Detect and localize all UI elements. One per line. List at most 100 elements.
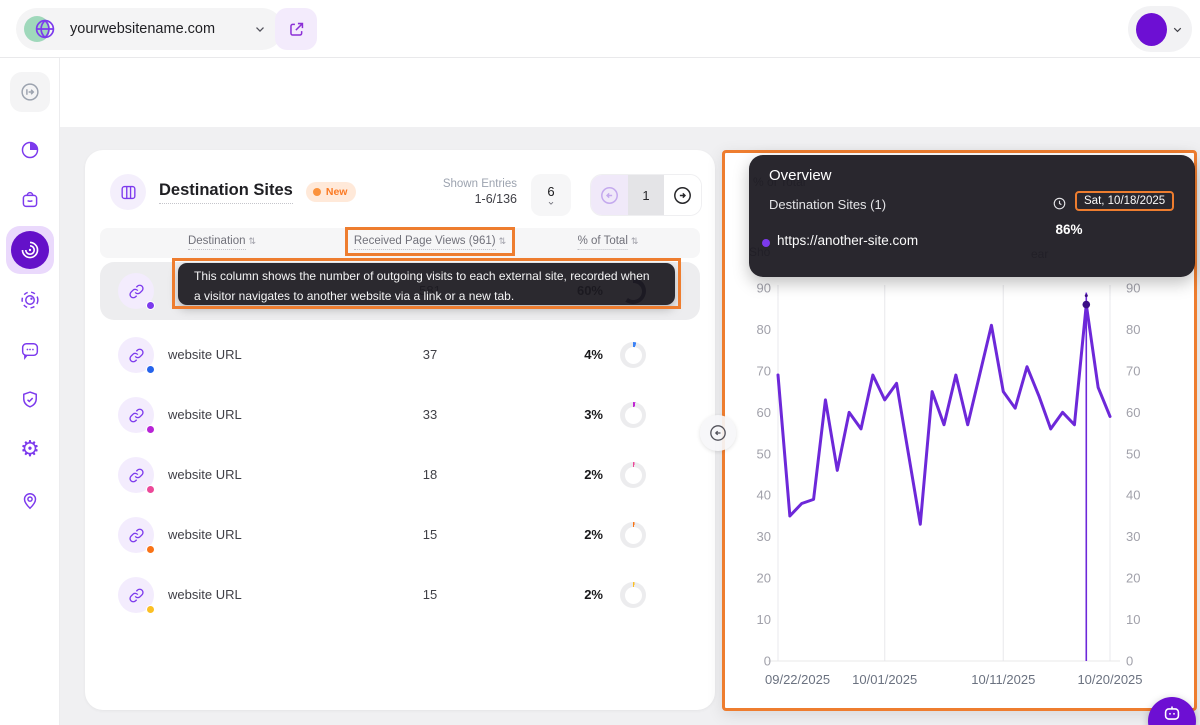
column-header-bar: Destination⇅ Received Page Views (961)⇅ … (100, 228, 700, 258)
user-menu[interactable] (1128, 6, 1192, 52)
percent-donut-icon (620, 462, 646, 488)
column-received-page-views[interactable]: Received Page Views (961)⇅ (354, 235, 506, 247)
pagination: 1 (590, 174, 702, 216)
chevron-down-icon (253, 22, 267, 36)
sidebar-item-recordings[interactable] (10, 280, 50, 320)
table-columns-icon (110, 174, 146, 210)
page-size-value: 6 (547, 184, 554, 199)
svg-text:40: 40 (757, 488, 771, 503)
row-color-dot (146, 605, 155, 614)
views-value: 15 (390, 506, 470, 564)
shown-entries-value: 1-6/136 (443, 192, 517, 206)
svg-text:10/20/2025: 10/20/2025 (1077, 672, 1142, 687)
globe-icon (33, 17, 57, 41)
site-name: yourwebsitename.com (70, 21, 215, 37)
svg-text:10: 10 (1126, 612, 1140, 627)
table-row[interactable]: website URL 33 3% (100, 386, 700, 444)
sidebar-item-outgoing-traffic[interactable] (6, 226, 54, 274)
new-badge: New (306, 182, 357, 202)
sidebar-item-locations[interactable] (10, 480, 50, 520)
destination-label: website URL (168, 326, 242, 384)
destination-label: website URL (168, 566, 242, 624)
sort-icon: ⇅ (249, 237, 257, 247)
card-title[interactable]: Destination Sites (159, 181, 293, 204)
table-row[interactable]: website URL 18 2% (100, 446, 700, 504)
external-link-icon (287, 20, 306, 39)
svg-text:20: 20 (1126, 571, 1140, 586)
percent-value: 3% (553, 386, 603, 444)
gear-icon: ⚙ (20, 439, 40, 461)
svg-text:20: 20 (757, 571, 771, 586)
collapse-panel-handle[interactable] (700, 415, 736, 451)
current-page-number: 1 (628, 175, 665, 215)
sort-icon: ⇅ (631, 237, 639, 247)
svg-text:10/01/2025: 10/01/2025 (852, 672, 917, 687)
sidebar-item-settings[interactable]: ⚙ (10, 430, 50, 470)
site-selector[interactable]: yourwebsitename.com (16, 8, 283, 50)
row-color-dot (146, 545, 155, 554)
svg-text:10: 10 (757, 612, 771, 627)
svg-text:60: 60 (757, 405, 771, 420)
sidebar-item-store[interactable] (10, 180, 50, 220)
row-color-dot (146, 301, 155, 310)
card-header: Destination Sites New (110, 174, 356, 210)
row-color-dot (146, 485, 155, 494)
svg-text:30: 30 (757, 529, 771, 544)
shown-entries: Shown Entries 1-6/136 (443, 178, 517, 206)
series-color-dot (762, 239, 770, 247)
svg-text:10/11/2025: 10/11/2025 (971, 672, 1035, 687)
views-value: 15 (390, 566, 470, 624)
percent-value: 2% (553, 566, 603, 624)
previous-page-button[interactable] (591, 175, 628, 215)
top-bar: yourwebsitename.com (0, 0, 1200, 58)
chat-robot-icon (1161, 703, 1183, 725)
percent-value: 2% (553, 506, 603, 564)
chart-panel: % of Total Sho ear 001010202030304040505… (722, 150, 1197, 711)
shown-entries-label: Shown Entries (443, 178, 517, 190)
row-color-dot (146, 425, 155, 434)
column-percent-of-total[interactable]: % of Total⇅ (578, 235, 639, 247)
radar-icon (11, 231, 49, 269)
svg-text:60: 60 (1126, 405, 1140, 420)
page-size-select[interactable]: 6 (531, 174, 571, 216)
svg-text:90: 90 (1126, 281, 1140, 296)
row-color-dot (146, 365, 155, 374)
destination-label: website URL (168, 446, 242, 504)
percent-donut-icon (620, 402, 646, 428)
svg-text:80: 80 (1126, 322, 1140, 337)
svg-text:09/22/2025: 09/22/2025 (765, 672, 830, 687)
sidebar-item-feedback[interactable] (10, 330, 50, 370)
sort-icon: ⇅ (499, 237, 507, 247)
overview-subtitle: Destination Sites (1) (769, 197, 886, 212)
table-row[interactable]: website URL 37 4% (100, 326, 700, 384)
table-row[interactable]: website URL 15 2% (100, 506, 700, 564)
badge-dot-icon (313, 188, 321, 196)
overview-title: Overview (769, 167, 832, 184)
open-site-button[interactable] (275, 8, 317, 50)
destination-label: website URL (168, 506, 242, 564)
column-tooltip: This column shows the number of outgoing… (178, 263, 675, 305)
percent-value: 4% (553, 326, 603, 384)
arrow-left-circle-icon (708, 423, 728, 443)
sidebar-item-security[interactable] (10, 380, 50, 420)
svg-text:40: 40 (1126, 488, 1140, 503)
site-logo-icon (24, 15, 58, 43)
svg-text:0: 0 (1126, 654, 1133, 669)
views-value: 33 (390, 386, 470, 444)
percent-donut-icon (620, 582, 646, 608)
sidebar-item-collapse[interactable] (10, 72, 50, 112)
table-row[interactable]: website URL 15 2% (100, 566, 700, 624)
chart-hover-tooltip: Overview Destination Sites (1) Sat, 10/1… (749, 155, 1195, 277)
percent-donut-icon (620, 342, 646, 368)
destination-label: website URL (168, 386, 242, 444)
hovered-value: 86% (1045, 222, 1093, 237)
next-page-button[interactable] (664, 175, 701, 215)
avatar (1136, 13, 1167, 46)
percent-donut-icon (620, 522, 646, 548)
svg-text:0: 0 (764, 654, 771, 669)
sidebar-item-analytics[interactable] (10, 130, 50, 170)
svg-text:70: 70 (1126, 363, 1140, 378)
destination-sites-card: Destination Sites New Shown Entries 1-6/… (85, 150, 715, 710)
svg-text:80: 80 (757, 322, 771, 337)
column-destination[interactable]: Destination⇅ (188, 235, 256, 247)
